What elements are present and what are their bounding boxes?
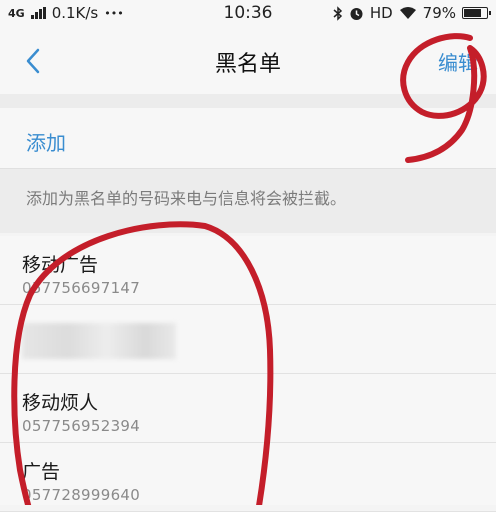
list-item[interactable]: 广告 057728999640 (0, 443, 496, 512)
nav-bar: 黑名单 编辑 (0, 26, 496, 94)
list-item[interactable]: 移动广告 057756697147 (0, 236, 496, 305)
blacklist-list: 移动广告 057756697147 移动烦人 057756952394 广告 0… (0, 236, 496, 512)
alarm-icon (350, 7, 363, 20)
add-button[interactable]: 添加 (26, 127, 66, 156)
list-item-redacted[interactable] (0, 305, 496, 374)
status-bar: 4G 0.1K/s ••• 10:36 HD 79% (0, 0, 496, 26)
phone-number: 057756952394 (22, 417, 141, 435)
battery-fill (464, 9, 481, 17)
wifi-icon (399, 7, 416, 19)
redacted-entry (22, 323, 176, 359)
edit-button[interactable]: 编辑 (438, 47, 478, 76)
battery-icon (462, 7, 491, 19)
contact-name: 广告 (22, 461, 61, 483)
bluetooth-icon (333, 5, 342, 21)
battery-percent: 79% (422, 4, 456, 22)
phone-number: 057728999640 (22, 486, 141, 504)
add-row[interactable]: 添加 (0, 108, 496, 169)
contact-name: 移动广告 (22, 254, 99, 276)
contact-name: 移动烦人 (22, 392, 99, 414)
hint-text: 添加为黑名单的号码来电与信息将会被拦截。 (26, 189, 347, 208)
hint-row: 添加为黑名单的号码来电与信息将会被拦截。 (0, 169, 496, 233)
page-title: 黑名单 (214, 52, 281, 77)
hd-label: HD (369, 4, 393, 22)
phone-number: 057756697147 (22, 279, 141, 297)
list-item[interactable]: 移动烦人 057756952394 (0, 374, 496, 443)
status-right: HD 79% (333, 4, 491, 22)
section-divider (0, 94, 496, 108)
